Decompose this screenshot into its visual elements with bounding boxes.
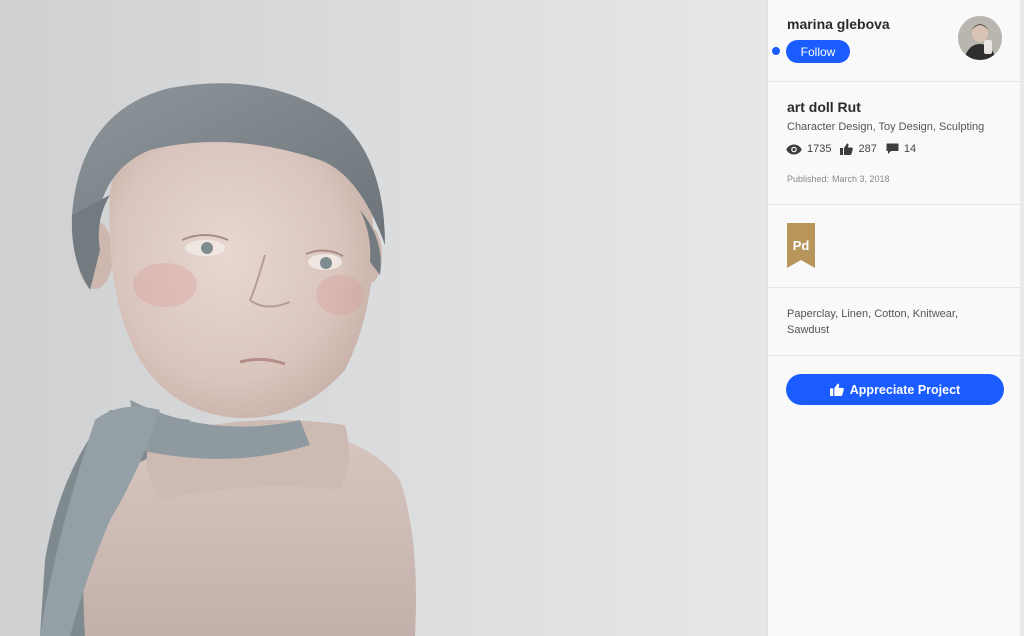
project-stats: 1735 287 14: [786, 143, 925, 155]
project-artwork[interactable]: [0, 0, 767, 636]
project-fields[interactable]: Character Design, Toy Design, Sculpting: [787, 121, 984, 133]
views-count: 1735: [807, 143, 832, 155]
divider: [768, 287, 1021, 288]
published-label: Published:: [787, 174, 830, 184]
owner-section: marina glebova Follow: [768, 0, 1021, 81]
scrollbar-track[interactable]: [1020, 0, 1024, 636]
comment-icon: [886, 143, 899, 154]
project-info-panel: marina glebova Follow art doll Rut Chara…: [767, 0, 1021, 636]
project-materials[interactable]: Paperclay, Linen, Cotton, Knitwear, Sawd…: [787, 306, 997, 338]
comments-stat: 14: [886, 143, 916, 155]
divider: [768, 204, 1021, 205]
views-stat: 1735: [786, 143, 831, 155]
online-status-dot: [772, 47, 780, 55]
tool-badge-photoshop-dimension[interactable]: Pd: [787, 223, 815, 268]
published-date: Published: March 3, 2018: [787, 174, 890, 184]
follow-button[interactable]: Follow: [786, 40, 850, 63]
appreciate-project-button[interactable]: Appreciate Project: [786, 374, 1004, 405]
thumbs-up-icon: [829, 383, 844, 396]
owner-name-link[interactable]: marina glebova: [787, 16, 890, 32]
project-title: art doll Rut: [787, 99, 861, 115]
published-date-value: March 3, 2018: [832, 174, 890, 184]
avatar-image: [958, 16, 1002, 60]
appreciate-label: Appreciate Project: [849, 382, 961, 397]
art-doll-illustration: [40, 83, 416, 636]
comments-count: 14: [903, 143, 917, 155]
divider: [768, 355, 1021, 356]
tool-badge-label: Pd: [792, 238, 810, 253]
thumbs-up-icon: [840, 143, 854, 155]
owner-avatar[interactable]: [958, 16, 1002, 60]
appreciations-count: 287: [858, 143, 877, 155]
eye-icon: [786, 144, 802, 154]
appreciations-stat: 287: [840, 143, 877, 155]
